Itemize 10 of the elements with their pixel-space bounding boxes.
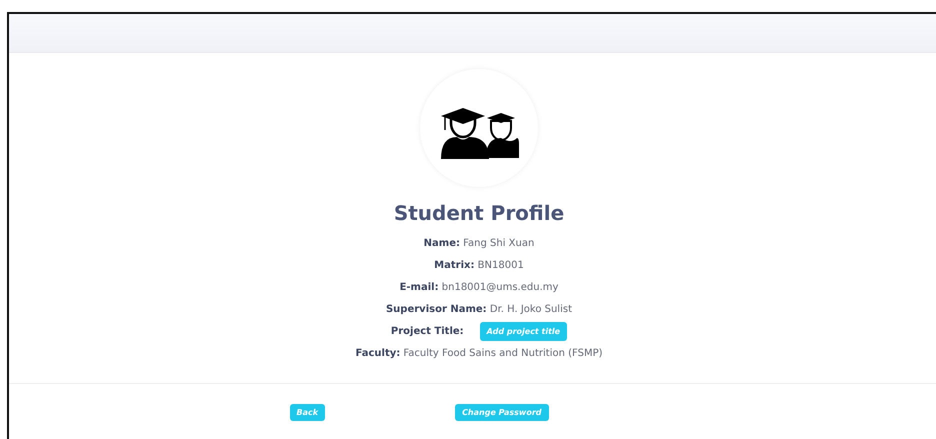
profile-field: Name: Fang Shi Xuan [424,238,534,248]
add-project-title-button[interactable]: Add project title [480,322,568,340]
profile-field: Supervisor Name: Dr. H. Joko Sulist [386,304,572,314]
profile-field: Matrix: BN18001 [434,260,524,270]
profile-field: E-mail: bn18001@ums.edu.my [400,282,558,292]
page-title: Student Profile [394,201,564,225]
action-button[interactable]: Back [290,404,326,421]
field-label: Project Title: [390,326,464,336]
action-button[interactable]: Change Password [455,404,548,421]
profile-field: Faculty: Faculty Food Sains and Nutrition (FSMP) [355,348,603,358]
